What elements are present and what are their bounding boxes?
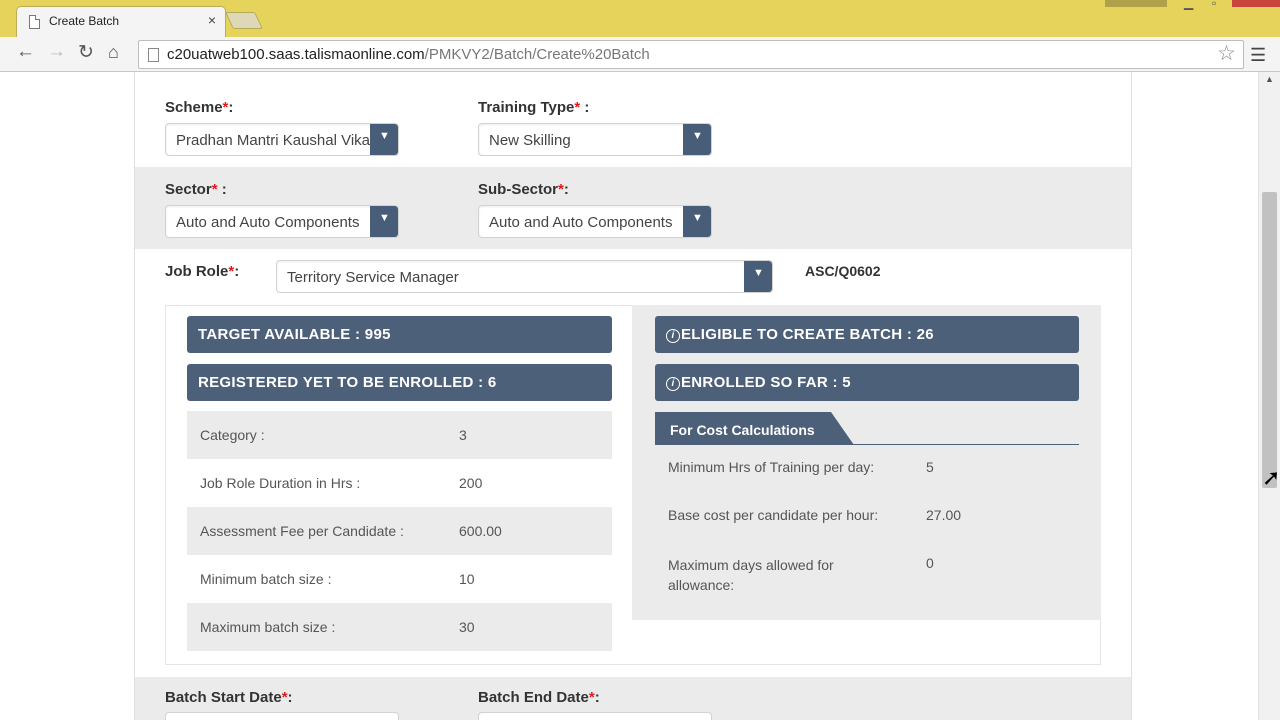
scroll-up-icon[interactable]: ▲ (1265, 74, 1274, 84)
cost-row-label: Minimum Hrs of Training per day: (668, 459, 875, 475)
scheme-label: Scheme*: (165, 99, 234, 116)
detail-row: Minimum batch size :10 (200, 571, 475, 587)
new-tab-button[interactable] (225, 12, 263, 29)
tab-strip: Create Batch × ▁ ▫ (0, 0, 1280, 37)
training-type-select[interactable]: New Skilling ▼ (478, 123, 712, 156)
home-icon[interactable]: ⌂ (108, 42, 119, 63)
page-viewport: Scheme*: Pradhan Mantri Kaushal Vikas Yo… (0, 72, 1280, 720)
star-icon[interactable]: ☆ (1217, 41, 1236, 66)
tab-title: Create Batch (49, 14, 120, 28)
chevron-down-icon: ▼ (744, 261, 772, 292)
minimize-icon[interactable]: ▁ (1184, 0, 1193, 10)
url-text: c20uatweb100.saas.talismaonline.com/PMKV… (167, 46, 650, 63)
close-icon[interactable]: × (208, 12, 216, 28)
scheme-select[interactable]: Pradhan Mantri Kaushal Vikas Yojana ▼ (165, 123, 399, 156)
back-icon[interactable]: ← (16, 41, 35, 63)
menu-icon[interactable]: ☰ (1250, 45, 1266, 66)
profile-button[interactable] (1105, 0, 1167, 7)
sector-label: Sector* : (165, 181, 227, 198)
cost-divider (655, 444, 1079, 445)
chevron-down-icon: ▼ (683, 206, 711, 237)
eligible-bar: i ELIGIBLE TO CREATE BATCH : 26 (655, 316, 1079, 353)
cost-row-label: Base cost per candidate per hour: (668, 507, 879, 523)
detail-row: Category :3 (187, 411, 612, 459)
info-icon[interactable]: i (666, 329, 680, 343)
batch-end-input[interactable] (478, 712, 712, 720)
sector-select[interactable]: Auto and Auto Components ▼ (165, 205, 399, 238)
close-window-button[interactable] (1232, 0, 1280, 7)
browser-toolbar: ← → ↻ ⌂ c20uatweb100.saas.talismaonline.… (0, 37, 1280, 72)
cost-row-label: Maximum days allowed for allowance: (668, 557, 834, 593)
browser-tab[interactable]: Create Batch × (16, 6, 226, 37)
chevron-down-icon: ▼ (370, 124, 398, 155)
reload-icon[interactable]: ↻ (78, 41, 94, 64)
create-batch-form: Scheme*: Pradhan Mantri Kaushal Vikas Yo… (134, 72, 1132, 720)
sub-sector-select[interactable]: Auto and Auto Components ▼ (478, 205, 712, 238)
chevron-down-icon: ▼ (683, 124, 711, 155)
enrolled-bar: i ENROLLED SO FAR : 5 (655, 364, 1079, 401)
target-available-bar: TARGET AVAILABLE : 995 (187, 316, 612, 353)
page-icon (29, 15, 40, 29)
batch-end-label: Batch End Date*: (478, 689, 600, 706)
sub-sector-label: Sub-Sector*: (478, 181, 569, 198)
cost-row-value: 0 (926, 555, 934, 571)
cost-row-value: 27.00 (926, 507, 962, 523)
chevron-down-icon: ▼ (370, 206, 398, 237)
registered-bar: REGISTERED YET TO BE ENROLLED : 6 (187, 364, 612, 401)
mouse-cursor-icon: ➚ (1262, 465, 1280, 490)
job-role-code: ASC/Q0602 (805, 263, 881, 279)
cost-row-value: 5 (926, 459, 934, 475)
info-icon[interactable]: i (666, 377, 680, 391)
job-role-select[interactable]: Territory Service Manager ▼ (276, 260, 773, 293)
batch-start-input[interactable] (165, 712, 399, 720)
detail-row: Job Role Duration in Hrs :200 (200, 475, 483, 491)
detail-row: Maximum batch size :30 (187, 603, 612, 651)
job-role-label: Job Role*: (165, 263, 240, 280)
forward-icon[interactable]: → (47, 41, 66, 63)
vertical-scrollbar[interactable]: ▲ (1258, 72, 1280, 720)
detail-row: Assessment Fee per Candidate :600.00 (187, 507, 612, 555)
address-bar[interactable]: c20uatweb100.saas.talismaonline.com/PMKV… (138, 40, 1244, 69)
training-type-label: Training Type* : (478, 99, 590, 116)
maximize-icon[interactable]: ▫ (1212, 0, 1216, 10)
scroll-thumb[interactable] (1262, 192, 1277, 488)
page-info-icon[interactable] (148, 48, 159, 62)
batch-start-label: Batch Start Date*: (165, 689, 293, 706)
